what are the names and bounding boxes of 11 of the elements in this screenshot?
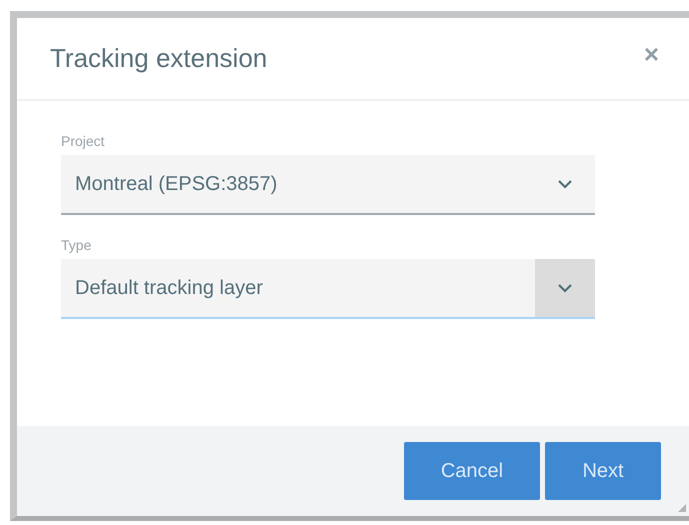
select-field[interactable]: Montreal (EPSG:3857) bbox=[61, 155, 595, 215]
field-label: Project bbox=[61, 133, 106, 149]
resize-grip-icon bbox=[678, 504, 686, 512]
dialog-button[interactable]: Cancel bbox=[404, 442, 540, 500]
dialog-title: Tracking extension bbox=[50, 43, 268, 74]
chevron-down-icon bbox=[557, 283, 573, 293]
close-button[interactable]: × bbox=[644, 39, 659, 70]
dialog-button[interactable]: Next bbox=[545, 442, 661, 500]
chevron-down-icon bbox=[557, 179, 573, 189]
select-field[interactable]: Default tracking layer bbox=[61, 259, 595, 319]
field-label: Type bbox=[61, 237, 92, 253]
